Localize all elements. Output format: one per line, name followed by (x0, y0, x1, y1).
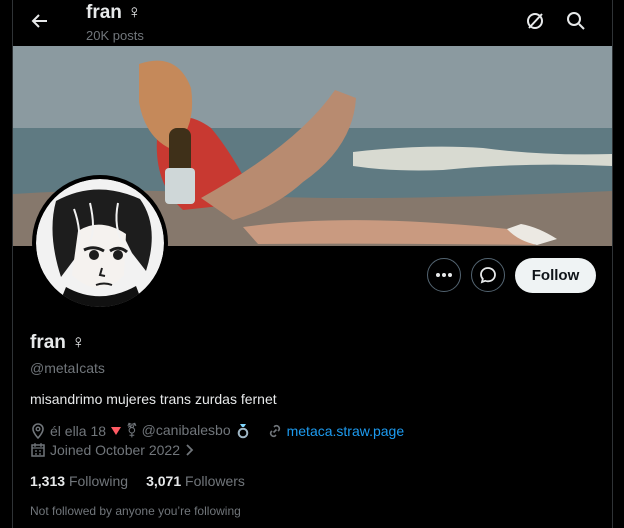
message-icon (480, 267, 496, 284)
posts-count: 20K posts (86, 28, 144, 43)
profile-name: fran ♀︎ (30, 332, 86, 353)
message-button[interactable] (471, 258, 505, 292)
profile-meta-row: él ella 18 ⚧ @canibalesbo metaca.straw.p… (30, 422, 404, 439)
profile-avatar[interactable] (32, 175, 168, 311)
profile-handle: @metaIcats (30, 360, 105, 376)
ring-icon (237, 423, 248, 438)
followers-count: 3,071 (146, 473, 182, 489)
back-button[interactable] (27, 8, 53, 34)
grok-button[interactable] (522, 8, 548, 34)
calendar-icon (31, 443, 45, 457)
follow-stats: 1,313 Following 3,071 Followers (30, 473, 245, 489)
chevron-right-icon[interactable] (184, 444, 194, 456)
location-icon (32, 422, 44, 439)
following-count: 1,313 (30, 473, 66, 489)
more-options-button[interactable] (427, 258, 461, 292)
profile-title: fran ♀︎ (86, 2, 142, 23)
followers-link[interactable]: 3,071 Followers (146, 473, 245, 489)
followers-label: Followers (185, 473, 245, 489)
following-link[interactable]: 1,313 Following (30, 473, 128, 489)
joined-text: Joined October 2022 (50, 442, 180, 458)
followed-by-text: Not followed by anyone you’re following (30, 504, 241, 518)
website-link[interactable]: metaca.straw.page (287, 423, 405, 439)
grok-icon (527, 13, 543, 29)
search-icon (567, 12, 585, 30)
profile-page: fran ♀︎ 20K posts Follow fran ♀︎ @metaIc… (12, 0, 613, 528)
following-label: Following (68, 473, 129, 489)
location-text: él ella 18 (50, 422, 107, 439)
back-arrow-icon (31, 14, 47, 28)
profile-bio: misandrimo mujeres trans zurdas fernet (30, 391, 277, 407)
joined-row: Joined October 2022 (30, 442, 194, 458)
red-triangle-icon (111, 426, 122, 435)
follow-button[interactable]: Follow (515, 258, 596, 293)
top-bar: fran ♀︎ 20K posts (13, 0, 612, 46)
search-button[interactable] (563, 8, 589, 34)
link-icon (269, 424, 280, 437)
location-extra-text: ⚧ @canibalesbo (126, 422, 231, 438)
more-icon (436, 273, 452, 277)
